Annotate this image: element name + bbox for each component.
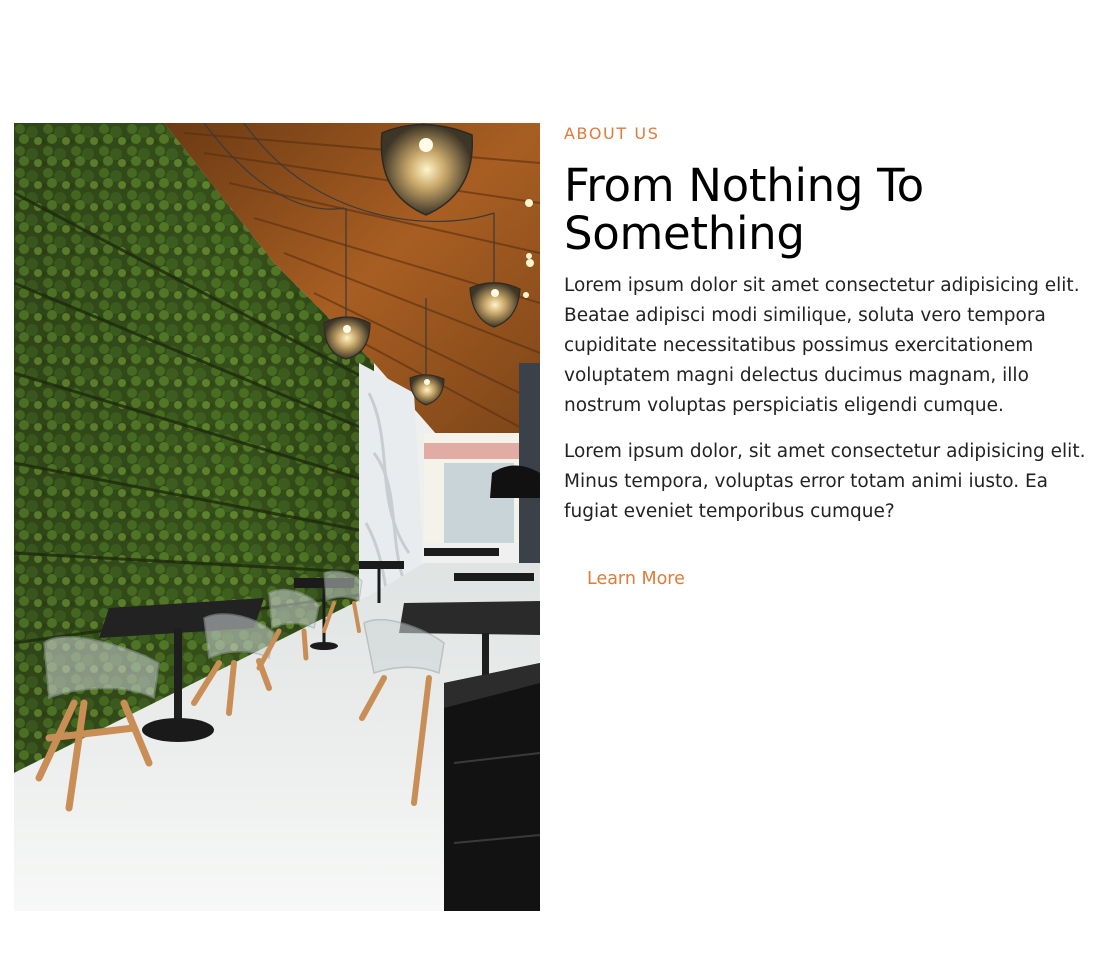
cafe-interior-image xyxy=(14,123,540,911)
section-title: From Nothing To Something xyxy=(564,159,924,260)
about-section: ABOUT US From Nothing To Something Lorem… xyxy=(0,0,1116,963)
about-paragraph-2: Lorem ipsum dolor, sit amet consectetur … xyxy=(564,441,1086,522)
learn-more-link[interactable]: Learn More xyxy=(587,567,685,591)
about-content: ABOUT US From Nothing To Something Lorem… xyxy=(564,124,1094,591)
about-paragraph-1: Lorem ipsum dolor sit amet consectetur a… xyxy=(564,275,1080,416)
section-eyebrow: ABOUT US xyxy=(564,124,660,143)
